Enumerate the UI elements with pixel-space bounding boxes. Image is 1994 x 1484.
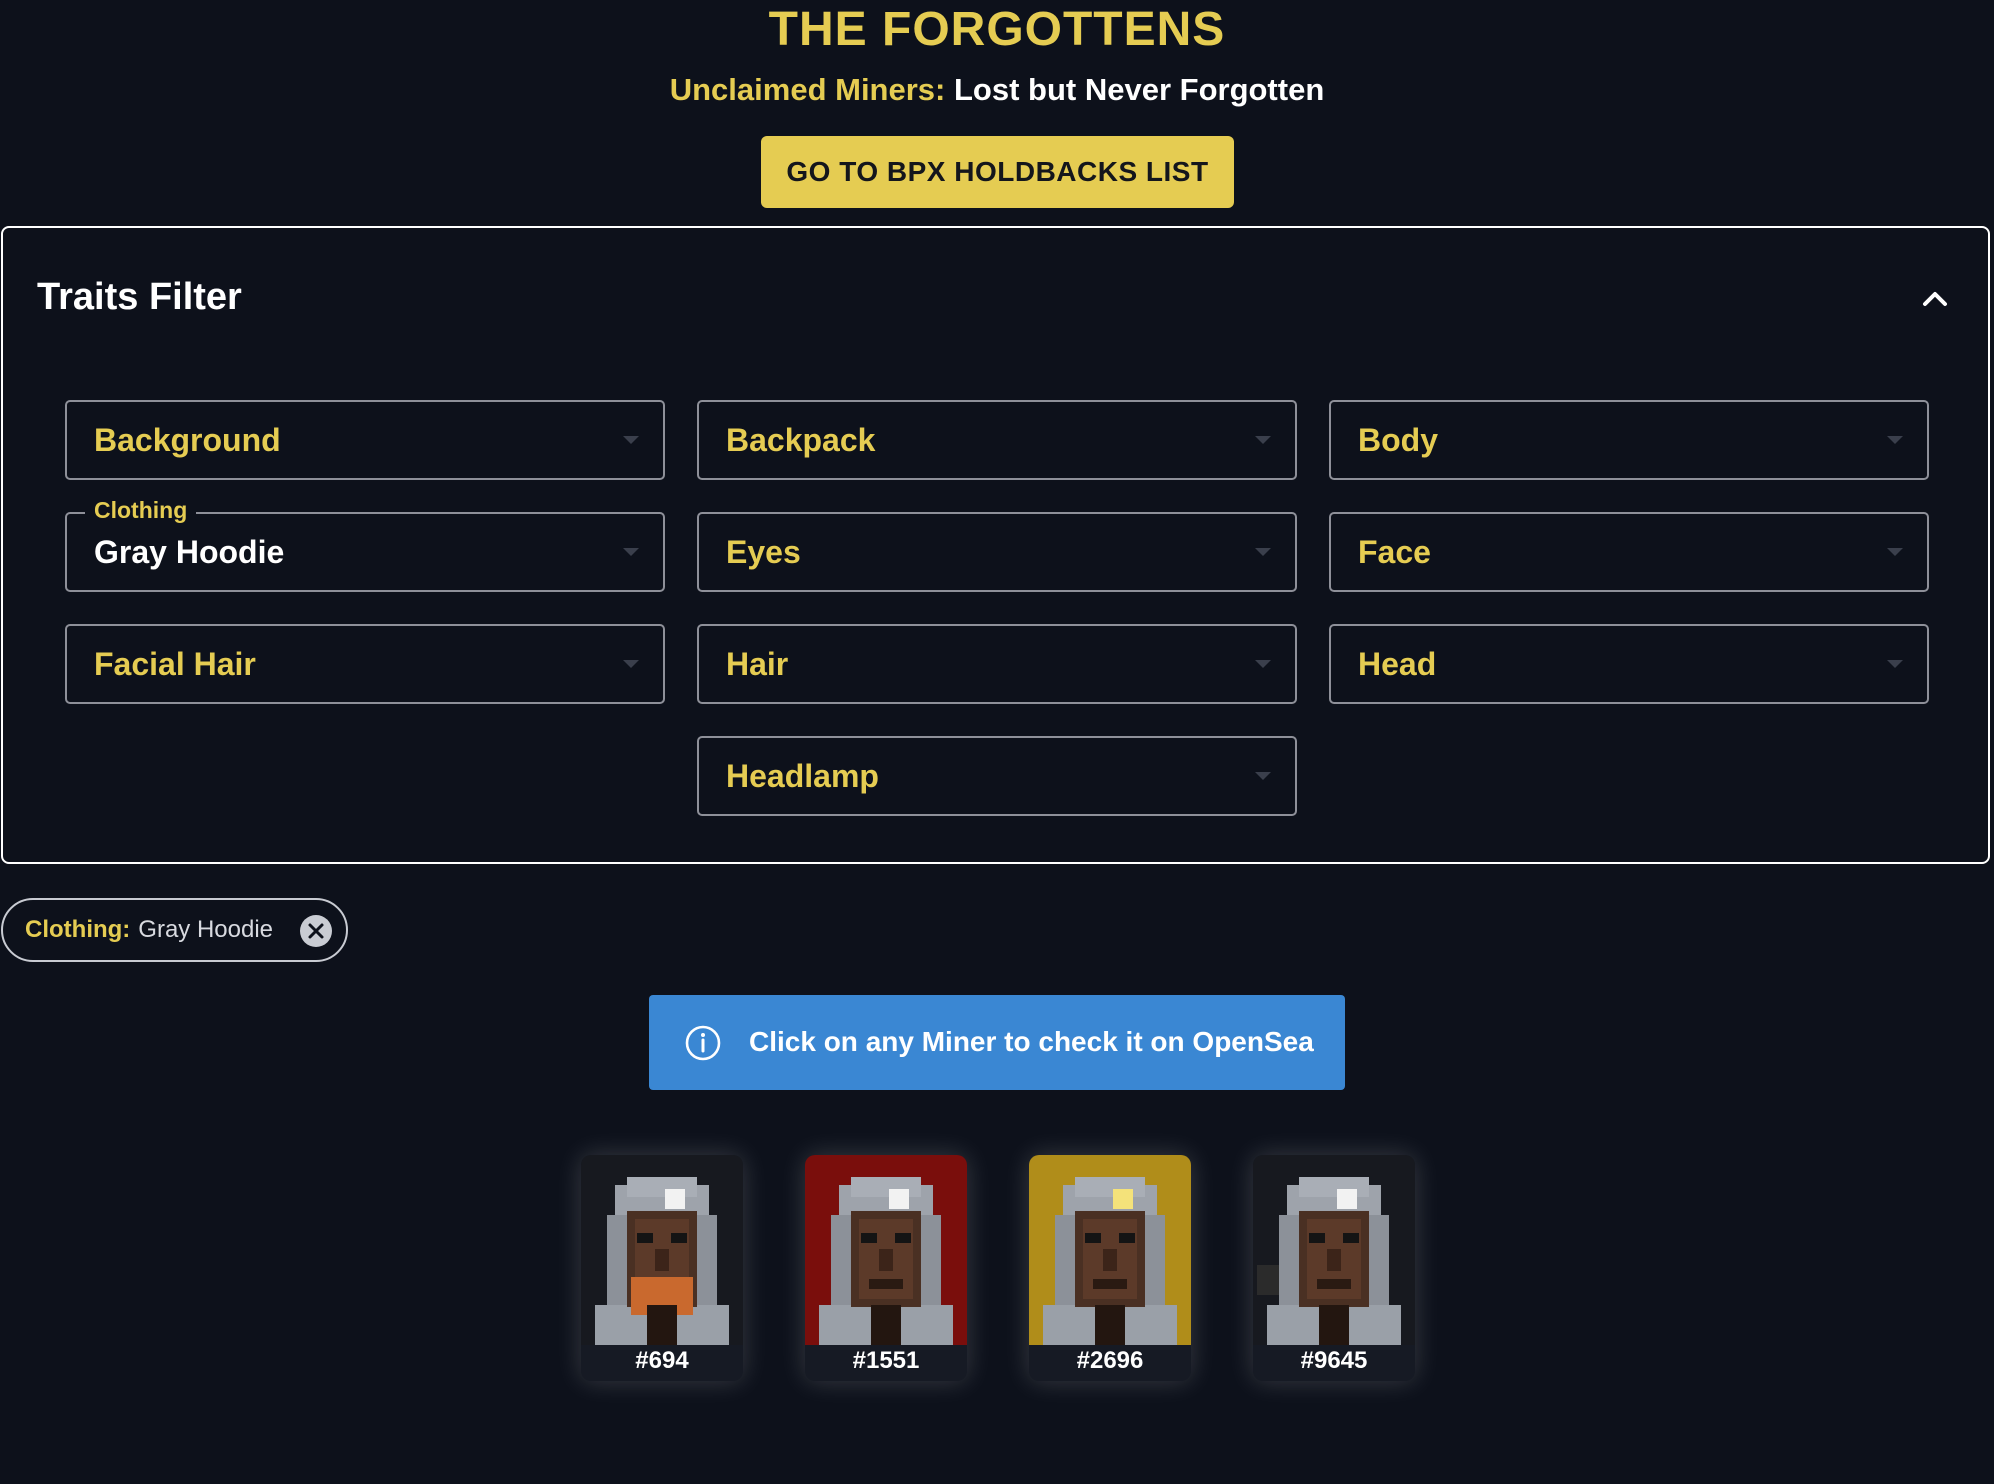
- miner-id: #694: [635, 1347, 689, 1374]
- select-backpack[interactable]: Backpack: [697, 400, 1297, 480]
- chip-key: Clothing:: [25, 916, 131, 943]
- miner-card[interactable]: #694: [581, 1155, 743, 1381]
- dropdown-arrow-icon: [1887, 548, 1903, 556]
- close-icon[interactable]: [300, 915, 332, 947]
- select-head[interactable]: Head: [1329, 624, 1929, 704]
- select-body[interactable]: Body: [1329, 400, 1929, 480]
- miner-image: [1029, 1155, 1191, 1345]
- select-label: Facial Hair: [94, 646, 256, 682]
- select-label: Backpack: [726, 422, 876, 458]
- page-header: THE FORGOTTENS Unclaimed Miners: Lost bu…: [0, 0, 1994, 226]
- select-label: Body: [1358, 422, 1438, 458]
- info-banner: Click on any Miner to check it on OpenSe…: [649, 995, 1345, 1090]
- miner-image: [805, 1155, 967, 1345]
- miner-id: #2696: [1076, 1347, 1144, 1374]
- dropdown-arrow-icon: [1887, 436, 1903, 444]
- chip-value: Gray Hoodie: [138, 916, 274, 943]
- select-face[interactable]: Face: [1329, 512, 1929, 592]
- page-subtitle: Unclaimed Miners: Lost but Never Forgott…: [0, 72, 1994, 108]
- dropdown-arrow-icon: [623, 660, 639, 668]
- select-value: Gray Hoodie: [94, 534, 285, 570]
- subtitle-prefix: Unclaimed Miners:: [669, 72, 946, 107]
- dropdown-arrow-icon: [1887, 660, 1903, 668]
- dropdown-arrow-icon: [1255, 436, 1271, 444]
- miner-id: #9645: [1300, 1347, 1368, 1374]
- chevron-up-icon[interactable]: [1915, 278, 1955, 318]
- miner-image: [1253, 1155, 1415, 1345]
- select-label: Head: [1358, 646, 1437, 682]
- miner-card[interactable]: #9645: [1253, 1155, 1415, 1381]
- info-icon: [685, 1025, 721, 1061]
- select-label: Eyes: [726, 534, 801, 570]
- active-filter-chip: Clothing: Gray Hoodie: [1, 898, 348, 962]
- dropdown-arrow-icon: [623, 436, 639, 444]
- select-label: Background: [94, 422, 281, 458]
- select-clothing[interactable]: Clothing Gray Hoodie: [65, 497, 665, 592]
- dropdown-arrow-icon: [1255, 772, 1271, 780]
- select-floating-label: Clothing: [85, 497, 197, 524]
- subtitle-text: Lost but Never Forgotten: [953, 72, 1325, 107]
- dropdown-arrow-icon: [1255, 548, 1271, 556]
- traits-filter-title: Traits Filter: [37, 276, 242, 318]
- miner-image: [581, 1155, 743, 1345]
- page-title: THE FORGOTTENS: [768, 3, 1226, 56]
- select-eyes[interactable]: Eyes: [697, 512, 1297, 592]
- select-headlamp[interactable]: Headlamp: [697, 736, 1297, 816]
- miner-id: #1551: [852, 1347, 920, 1374]
- miner-card[interactable]: #1551: [805, 1155, 967, 1381]
- select-label: Headlamp: [726, 758, 879, 794]
- dropdown-arrow-icon: [623, 548, 639, 556]
- holdbacks-list-button[interactable]: GO TO BPX HOLDBACKS LIST: [761, 136, 1234, 208]
- select-background[interactable]: Background: [65, 400, 665, 480]
- dropdown-arrow-icon: [1255, 660, 1271, 668]
- select-label: Hair: [726, 646, 789, 682]
- select-hair[interactable]: Hair: [697, 624, 1297, 704]
- select-facial-hair[interactable]: Facial Hair: [65, 624, 665, 704]
- select-label: Face: [1358, 534, 1431, 570]
- miner-card[interactable]: #2696: [1029, 1155, 1191, 1381]
- info-text: Click on any Miner to check it on OpenSe…: [749, 1026, 1314, 1057]
